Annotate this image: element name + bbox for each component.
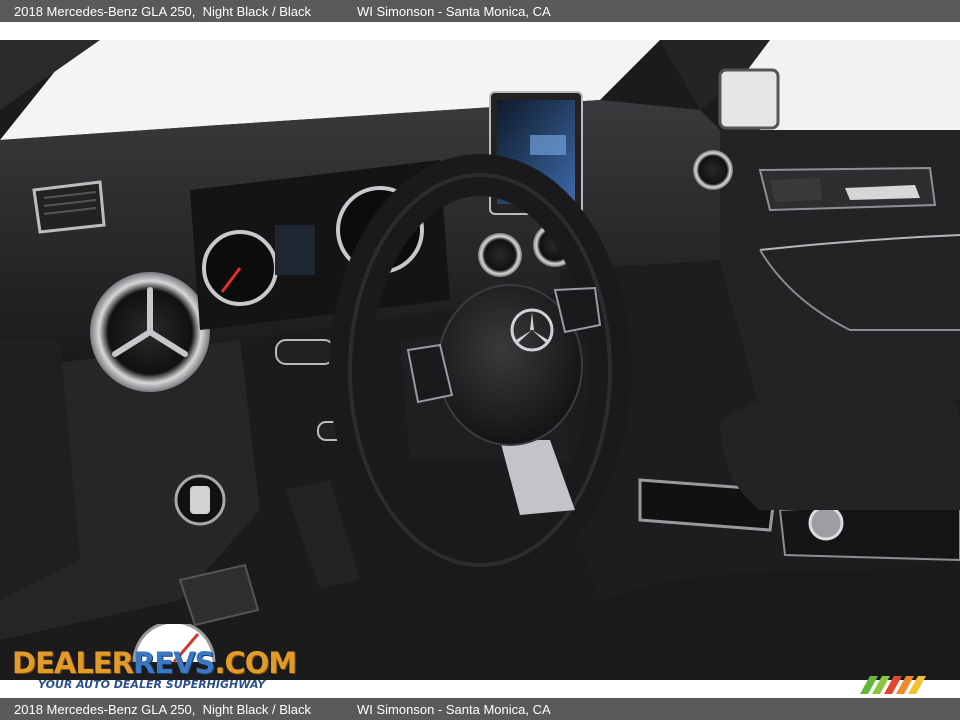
logo-part2: REVS: [132, 646, 215, 680]
caption-vehicle: 2018 Mercedes-Benz GLA 250, Night Black …: [14, 3, 311, 19]
caption-dealer: WI Simonson - Santa Monica, CA: [357, 3, 551, 19]
interior-photo: [0, 40, 960, 680]
logo-part3: .COM: [214, 646, 297, 680]
caption-dealer-bottom: WI Simonson - Santa Monica, CA: [357, 701, 551, 717]
color-stripes-logo: [860, 676, 926, 694]
top-caption-bar: 2018 Mercedes-Benz GLA 250, Night Black …: [0, 0, 960, 22]
dealerrevs-logo: DEALERREVS.COM YOUR AUTO DEALER SUPERHIG…: [10, 622, 297, 694]
bottom-caption-bar: 2018 Mercedes-Benz GLA 250, Night Black …: [0, 698, 960, 720]
logo-tagline: YOUR AUTO DEALER SUPERHIGHWAY: [38, 678, 266, 691]
logo-part1: DEALER: [12, 646, 134, 680]
mercedes-star-icon: [510, 308, 554, 352]
caption-vehicle-bottom: 2018 Mercedes-Benz GLA 250, Night Black …: [14, 701, 311, 717]
